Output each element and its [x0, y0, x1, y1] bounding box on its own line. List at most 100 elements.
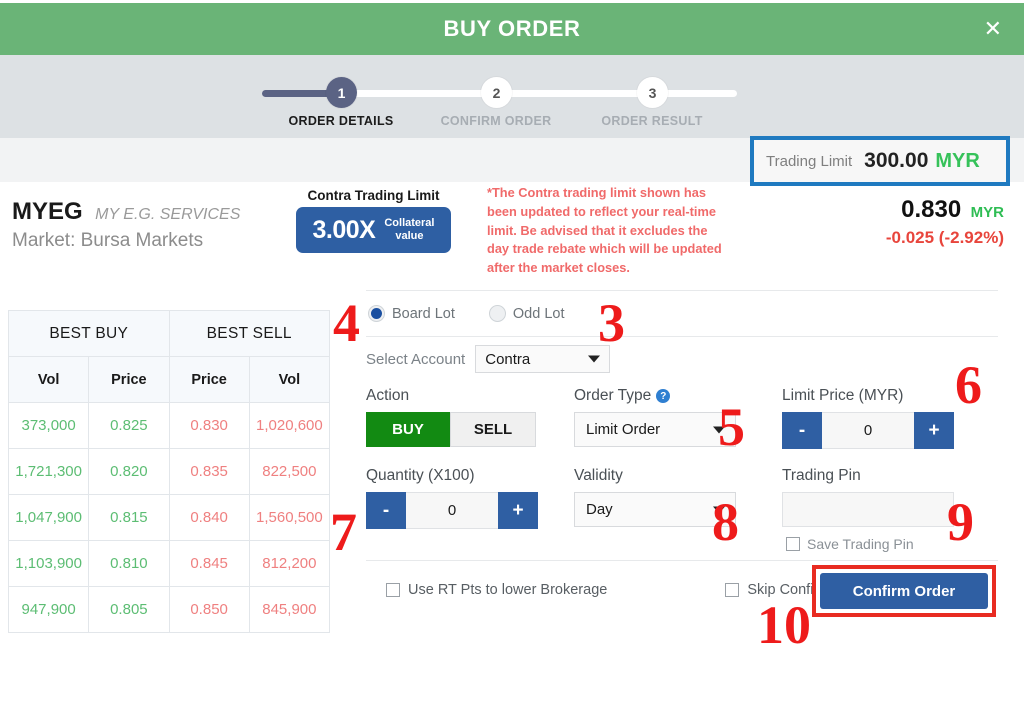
limit-price-input[interactable]: 0: [822, 412, 914, 449]
contra-title: Contra Trading Limit: [307, 188, 440, 203]
table-row[interactable]: 1,103,900 0.810 0.845 812,200: [7, 540, 331, 587]
trading-limit-box: Trading Limit 300.00 MYR: [750, 136, 1010, 186]
order-type-value: Limit Order: [586, 421, 661, 438]
form-row-quantity: Quantity (X100) - 0 + Validity Day Tradi…: [366, 467, 1006, 552]
cell-buy-vol: 947,900: [7, 586, 90, 633]
cell-buy-price: 0.810: [88, 540, 170, 587]
lot-type-row: Board Lot Odd Lot: [366, 291, 1006, 336]
limit-price-increment-button[interactable]: +: [914, 412, 954, 449]
save-trading-pin-label: Save Trading Pin: [807, 536, 914, 552]
save-trading-pin-row[interactable]: Save Trading Pin: [786, 536, 990, 552]
stock-market: Market: Bursa Markets: [12, 230, 204, 251]
cell-buy-price: 0.805: [88, 586, 170, 633]
contra-limit-note: *The Contra trading limit shown has been…: [487, 185, 722, 276]
account-select[interactable]: Contra: [475, 345, 611, 373]
radio-selected-icon: [368, 305, 385, 322]
contra-subtext-line2: value: [395, 230, 424, 242]
price-currency: MYR: [970, 204, 1004, 221]
cell-sell-vol: 822,500: [248, 448, 331, 495]
validity-select[interactable]: Day: [574, 492, 736, 527]
close-icon[interactable]: ✕: [984, 18, 1002, 40]
form-footer-row: Use RT Pts to lower Brokerage Skip Confi…: [366, 561, 1006, 619]
radio-odd-lot-label: Odd Lot: [512, 305, 565, 322]
order-book-col-buy-price: Price: [88, 356, 170, 403]
skip-confirmation-checkbox[interactable]: [725, 583, 740, 597]
step-label-order-result: ORDER RESULT: [601, 114, 703, 128]
field-trading-pin: Trading Pin Save Trading Pin: [782, 467, 990, 552]
trading-pin-label: Trading Pin: [782, 467, 861, 484]
use-rt-pts-row[interactable]: Use RT Pts to lower Brokerage: [386, 582, 607, 598]
step-circle-2[interactable]: 2: [481, 77, 512, 108]
cell-buy-price: 0.815: [88, 494, 170, 541]
table-row[interactable]: 373,000 0.825 0.830 1,020,600: [7, 402, 331, 449]
limit-price-decrement-button[interactable]: -: [782, 412, 822, 449]
order-type-select[interactable]: Limit Order: [574, 412, 736, 447]
dialog-header: BUY ORDER ✕: [0, 3, 1024, 55]
select-account-label: Select Account: [366, 350, 466, 368]
quantity-label: Quantity (X100): [366, 467, 475, 484]
contra-subtext-line1: Collateral: [384, 217, 435, 230]
step-circle-3[interactable]: 3: [637, 77, 668, 108]
table-row[interactable]: 1,047,900 0.815 0.840 1,560,500: [7, 494, 331, 541]
radio-board-lot[interactable]: Board Lot: [368, 305, 455, 322]
cell-buy-vol: 1,103,900: [7, 540, 90, 587]
price-change: -0.025 (-2.92%): [885, 228, 1004, 247]
confirm-order-highlight: Confirm Order: [812, 565, 996, 617]
contra-subtext: Collateral value: [384, 217, 434, 242]
radio-odd-lot[interactable]: Odd Lot: [488, 305, 565, 322]
chevron-down-icon: [713, 506, 725, 513]
buy-button[interactable]: BUY: [366, 412, 450, 447]
stock-code: MYEG: [12, 198, 83, 225]
order-book-col-sell-price: Price: [168, 356, 250, 403]
cell-buy-vol: 1,047,900: [7, 494, 90, 541]
last-price: 0.830: [901, 196, 962, 223]
trading-limit-currency: MYR: [935, 149, 980, 172]
confirm-order-button[interactable]: Confirm Order: [820, 573, 988, 609]
table-row[interactable]: 1,721,300 0.820 0.835 822,500: [7, 448, 331, 495]
cell-sell-price: 0.850: [168, 586, 250, 633]
table-row[interactable]: 947,900 0.805 0.850 845,900: [7, 586, 331, 633]
quantity-stepper: - 0 +: [366, 492, 538, 529]
cell-buy-price: 0.820: [88, 448, 170, 495]
account-select-value: Contra: [485, 350, 531, 368]
cell-sell-price: 0.835: [168, 448, 250, 495]
trading-limit-value: 300.00: [864, 149, 929, 172]
quantity-decrement-button[interactable]: -: [366, 492, 406, 529]
cell-buy-price: 0.825: [88, 402, 170, 449]
limit-price-label: Limit Price (MYR): [782, 387, 904, 404]
page-title: BUY ORDER: [443, 16, 581, 41]
stock-name: MY E.G. SERVICES: [95, 206, 241, 223]
chevron-down-icon: [713, 426, 725, 433]
sell-button[interactable]: SELL: [450, 412, 536, 447]
save-trading-pin-checkbox[interactable]: [786, 537, 800, 551]
order-book-group-best-sell: BEST SELL: [168, 310, 330, 357]
use-rt-pts-checkbox[interactable]: [386, 583, 400, 597]
quantity-increment-button[interactable]: +: [498, 492, 538, 529]
quantity-input[interactable]: 0: [406, 492, 498, 529]
action-label: Action: [366, 387, 410, 404]
buy-order-dialog: BUY ORDER ✕ 1 2 3 ORDER DETAILS CONFIRM …: [0, 0, 1024, 708]
order-form: Board Lot Odd Lot Select Account Contra …: [366, 290, 1006, 619]
question-mark-icon[interactable]: ?: [656, 389, 671, 403]
order-book-table: BEST BUY BEST SELL Vol Price Price Vol 3…: [7, 310, 331, 633]
cell-sell-price: 0.830: [168, 402, 250, 449]
trading-limit-label: Trading Limit: [766, 152, 853, 170]
chevron-down-icon: [588, 355, 601, 363]
cell-sell-vol: 812,200: [248, 540, 331, 587]
cell-sell-price: 0.840: [168, 494, 250, 541]
cell-sell-vol: 1,560,500: [248, 494, 331, 541]
cell-sell-vol: 1,020,600: [248, 402, 331, 449]
order-book-group-header-row: BEST BUY BEST SELL: [8, 310, 330, 357]
stock-info: MYEG MY E.G. SERVICES Market: Bursa Mark…: [12, 198, 240, 252]
contra-multiplier: 3.00X: [312, 215, 376, 244]
order-book-group-best-buy: BEST BUY: [8, 310, 170, 357]
field-validity: Validity Day: [574, 467, 782, 552]
annotation-7: 7: [330, 502, 357, 562]
cell-buy-vol: 373,000: [7, 402, 90, 449]
trading-pin-input[interactable]: [782, 492, 954, 527]
step-circle-1[interactable]: 1: [326, 77, 357, 108]
use-rt-pts-label: Use RT Pts to lower Brokerage: [408, 582, 608, 598]
order-type-label: Order Type ?: [574, 387, 782, 405]
order-type-label-text: Order Type: [574, 387, 652, 404]
radio-unselected-icon: [488, 305, 506, 322]
